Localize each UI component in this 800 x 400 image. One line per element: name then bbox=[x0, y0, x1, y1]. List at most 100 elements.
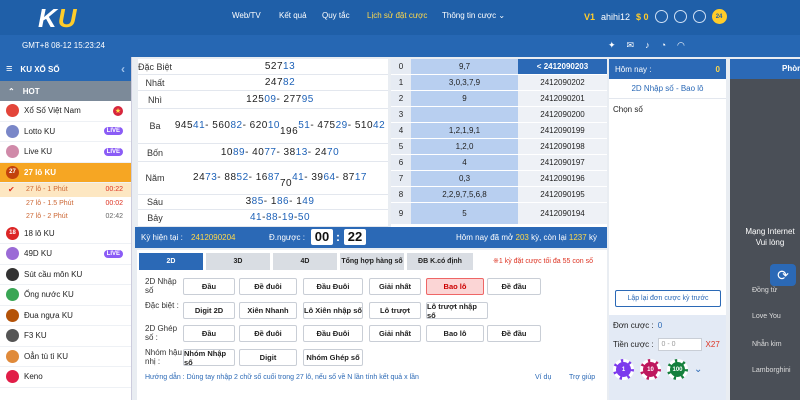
nav-ket-qua[interactable]: Kết quả bbox=[279, 11, 307, 20]
bet-option-button[interactable]: Bao lô bbox=[426, 278, 484, 295]
sidebar-item-dua-ngua[interactable]: Đua ngựa KU bbox=[0, 306, 131, 326]
chip-100[interactable]: 100 bbox=[667, 359, 688, 380]
settings-icon[interactable] bbox=[692, 10, 706, 23]
support-24-icon[interactable]: 24 bbox=[711, 9, 727, 24]
stat-period-id[interactable]: 2412090194 bbox=[518, 203, 607, 224]
stat-period-id[interactable]: 2412090198 bbox=[518, 139, 607, 154]
nav-quy-tac[interactable]: Quy tắc bbox=[322, 11, 350, 20]
stake-input[interactable]: 0 - 0 bbox=[657, 338, 702, 351]
stat-period-id[interactable]: 2412090196 bbox=[518, 171, 607, 186]
bet-option-button[interactable]: Digit 2D bbox=[183, 302, 235, 319]
bet-option-button[interactable]: Đề đầu bbox=[487, 325, 541, 342]
stat-row[interactable]: 9 5 2412090194 bbox=[391, 203, 607, 225]
nav-lich-su[interactable]: Lịch sử đặt cược bbox=[367, 11, 427, 20]
stat-period-id[interactable]: 2412090199 bbox=[518, 123, 607, 138]
keno-icon bbox=[6, 370, 19, 384]
refresh-balance-icon[interactable] bbox=[654, 10, 668, 23]
stat-row[interactable]: 3 2412090200 bbox=[391, 107, 607, 123]
bet-option-button[interactable]: Nhóm Ghép số bbox=[303, 349, 363, 366]
sidebar-item-ong-nuoc[interactable]: Ống nước KU bbox=[0, 285, 131, 306]
stat-row[interactable]: 2 9 2412090201 bbox=[391, 91, 607, 107]
bet-option-button[interactable]: Đầu Đuôi bbox=[303, 278, 363, 295]
bet-option-button[interactable]: Lô trượt nhập số bbox=[426, 302, 488, 320]
tools-icon[interactable]: ✦ bbox=[608, 40, 616, 51]
bet-option-button[interactable]: Giải nhất bbox=[369, 325, 421, 342]
bet-option-button[interactable]: Lô Xiên nhập số bbox=[303, 302, 363, 319]
group-label: 2D Ghép số : bbox=[145, 324, 178, 342]
sidebar-item-oan-tu-ti[interactable]: Oẳn tù tì KU bbox=[0, 347, 131, 367]
sidebar-sub-27-2-phut[interactable]: 27 lô - 2 Phút 02:42 bbox=[0, 210, 131, 224]
stat-period-id[interactable]: 2412090197 bbox=[518, 155, 607, 170]
example-link[interactable]: Ví dụ bbox=[535, 374, 551, 381]
chip-1[interactable]: 1 bbox=[613, 359, 634, 380]
nav-thong-tin[interactable]: Thông tin cược ⌄ bbox=[442, 11, 505, 20]
bet-option-button[interactable]: Đầu bbox=[183, 325, 235, 342]
bet-option-button[interactable]: Bao lô bbox=[426, 325, 484, 342]
tab-db-k-co-dinh[interactable]: ĐB K.có định bbox=[407, 253, 473, 270]
sidebar-item-sut-cau-mon[interactable]: Sút cầu môn KU bbox=[0, 265, 131, 285]
current-period-label: Kỳ hiện tại : bbox=[141, 233, 183, 242]
sidebar-item-18-lo-ku[interactable]: 18 18 lô KU bbox=[0, 224, 131, 244]
stat-row[interactable]: 6 4 2412090197 bbox=[391, 155, 607, 171]
bet-option-button[interactable]: Đề đầu bbox=[487, 278, 541, 295]
bet-option-button[interactable]: Nhóm Nhập số bbox=[183, 349, 235, 367]
bell-icon[interactable]: ♪ bbox=[645, 40, 650, 51]
bet-option-button[interactable]: Đầu bbox=[183, 278, 235, 295]
help-link[interactable]: Trợ giúp bbox=[569, 374, 595, 381]
stat-row[interactable]: 5 1,2,0 2412090198 bbox=[391, 139, 607, 155]
sidebar-item-f3[interactable]: F3 KU bbox=[0, 326, 131, 347]
refresh-icon[interactable]: ⟳ bbox=[770, 264, 796, 286]
bet-option-button[interactable]: Xiên Nhanh bbox=[239, 302, 297, 319]
gift-icon[interactable]: ✉ bbox=[627, 40, 635, 51]
stat-row[interactable]: 1 3,0,3,7,9 2412090202 bbox=[391, 75, 607, 91]
chip-10[interactable]: 10 bbox=[640, 359, 661, 380]
stat-row[interactable]: 4 1,2,1,9,1 2412090199 bbox=[391, 123, 607, 139]
hand-icon bbox=[6, 349, 19, 363]
sidebar-item-49d-ku[interactable]: 49D KU LIVE bbox=[0, 244, 131, 265]
chevron-left-icon[interactable]: ‹ bbox=[121, 62, 125, 76]
bet-option-button[interactable]: Đầu Đuôi bbox=[303, 325, 363, 342]
sidebar-item-lotto-ku[interactable]: Lotto KU LIVE bbox=[0, 122, 131, 142]
sidebar-item-xo-so-viet-nam[interactable]: Xổ Số Việt Nam ★ bbox=[0, 101, 131, 122]
tab-4d[interactable]: 4D bbox=[273, 253, 337, 270]
stat-period-id[interactable]: 2412090195 bbox=[518, 187, 607, 202]
gift-row[interactable]: Đồng từ bbox=[752, 287, 777, 294]
sidebar-sub-27-1-phut[interactable]: ✔ 27 lô - 1 Phút 00:22 bbox=[0, 183, 131, 197]
stat-period-id[interactable]: < 2412090203 bbox=[518, 59, 607, 74]
sidebar-item-live-ku[interactable]: Live KU LIVE bbox=[0, 142, 131, 163]
bet-option-button[interactable]: Đề đuôi bbox=[239, 278, 297, 295]
tab-tong-hop[interactable]: Tổng hợp hàng số bbox=[340, 253, 404, 270]
stat-row[interactable]: 8 2,2,9,7,5,6,8 2412090195 bbox=[391, 187, 607, 203]
bet-option-button[interactable]: Đề đuôi bbox=[239, 325, 297, 342]
bet-option-button[interactable]: Digit bbox=[239, 349, 297, 366]
wifi-icon[interactable]: ◔ bbox=[661, 40, 666, 51]
ku-logo[interactable]: KU bbox=[38, 3, 78, 34]
signal-icon[interactable]: ◠ bbox=[677, 40, 685, 51]
gift-row[interactable]: Lamborghini bbox=[752, 367, 791, 374]
stat-period-id[interactable]: 2412090201 bbox=[518, 91, 607, 106]
chevron-down-icon[interactable]: ⌄ bbox=[694, 364, 702, 375]
stat-period-id[interactable]: 2412090200 bbox=[518, 107, 607, 122]
tab-3d[interactable]: 3D bbox=[206, 253, 270, 270]
stat-row[interactable]: 0 9,7 < 2412090203 bbox=[391, 59, 607, 75]
stat-values: 0,3 bbox=[411, 171, 518, 186]
stat-row[interactable]: 7 0,3 2412090196 bbox=[391, 171, 607, 187]
username[interactable]: ahihi12 bbox=[601, 12, 630, 22]
gift-row[interactable]: Love You bbox=[752, 313, 781, 320]
18-lo-icon: 18 bbox=[6, 226, 19, 240]
hot-section[interactable]: ⌃ HOT bbox=[0, 81, 131, 101]
menu-icon[interactable]: ≡ bbox=[6, 63, 12, 75]
stat-period-id[interactable]: 2412090202 bbox=[518, 75, 607, 90]
tab-2d[interactable]: 2D bbox=[139, 253, 203, 270]
repeat-last-bet-button[interactable]: Lập lại đơn cược kỳ trước bbox=[615, 290, 721, 307]
coin-icon[interactable] bbox=[673, 10, 687, 23]
sidebar-item-27-lo-ku[interactable]: 27 27 lô KU bbox=[0, 162, 131, 183]
nav-webtv[interactable]: Web/TV bbox=[232, 11, 261, 20]
bet-option-button[interactable]: Giải nhất bbox=[369, 278, 421, 295]
bet-option-button[interactable]: Lô trượt bbox=[369, 302, 421, 319]
sidebar-item-keno[interactable]: Keno bbox=[0, 367, 131, 388]
lotto-icon bbox=[6, 124, 19, 138]
side-room-panel: Phòr Mạng Internet Vui lòng Đồng từ Love… bbox=[730, 59, 800, 400]
sidebar-sub-27-1-5-phut[interactable]: 27 lô - 1.5 Phút 00:02 bbox=[0, 197, 131, 211]
gift-row[interactable]: Nhẫn kim bbox=[752, 341, 782, 348]
